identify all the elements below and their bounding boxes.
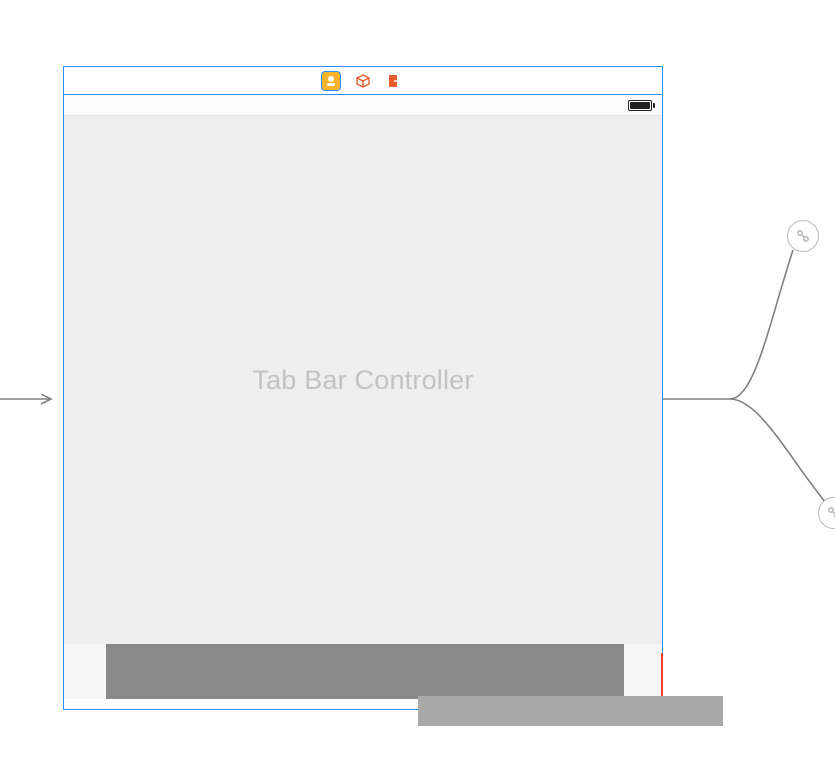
relationship-segue-node[interactable]	[787, 220, 819, 252]
adjacent-scene-shadow	[418, 696, 723, 726]
scene-content-area[interactable]: Tab Bar Controller	[64, 116, 662, 644]
segue-branch-lower	[730, 399, 830, 508]
scene-dock	[64, 67, 662, 95]
tab-bar-items-region[interactable]	[106, 644, 624, 699]
battery-icon	[628, 100, 652, 111]
scene-placeholder-title: Tab Bar Controller	[252, 365, 473, 396]
tab-bar-trailing-gap	[624, 644, 662, 699]
view-controller-icon[interactable]	[321, 71, 341, 91]
segue-branch-upper	[730, 250, 793, 399]
first-responder-icon[interactable]	[353, 71, 373, 91]
tab-bar-leading-gap	[64, 644, 106, 699]
tab-bar-controller-scene[interactable]: Tab Bar Controller	[63, 66, 663, 710]
relationship-segue-node[interactable]	[818, 497, 835, 529]
status-bar	[64, 95, 662, 116]
constraint-indicator[interactable]	[661, 653, 663, 699]
exit-icon[interactable]	[385, 71, 405, 91]
